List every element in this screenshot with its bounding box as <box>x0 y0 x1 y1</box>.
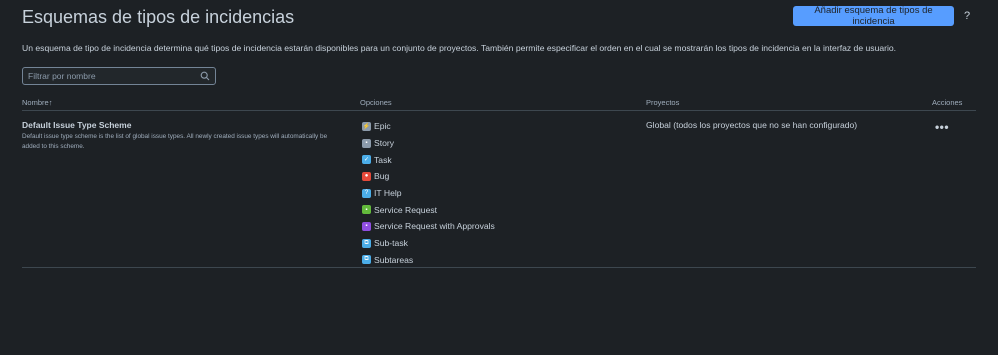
issue-type-label: Service Request <box>374 204 438 215</box>
column-header-actions: Acciones <box>932 98 963 107</box>
column-header-name-label: Nombre <box>22 98 49 107</box>
issue-type-option-sub-task: ⧉ Sub-task <box>362 235 495 252</box>
scheme-name: Default Issue Type Scheme <box>22 120 132 130</box>
issue-type-label: Task <box>374 154 392 165</box>
search-input[interactable] <box>23 68 198 84</box>
service-request-icon: ▪ <box>362 205 371 215</box>
table-header-divider <box>22 110 976 111</box>
issue-type-option-task: ✓ Task <box>362 151 495 168</box>
column-header-projects: Proyectos <box>646 98 680 107</box>
issue-type-label: Bug <box>374 171 390 182</box>
column-header-name[interactable]: Nombre↑ <box>22 98 52 107</box>
search-icon[interactable] <box>200 71 210 81</box>
task-icon: ✓ <box>362 155 371 165</box>
table-row-divider <box>22 267 976 268</box>
issue-type-label: Epic <box>374 121 391 132</box>
service-request-approvals-icon: ▪ <box>362 221 371 231</box>
epic-icon: ⚡ <box>362 121 371 131</box>
help-button[interactable]: ? <box>961 9 973 23</box>
issue-type-options-list: ⚡ Epic ▪ Story ✓ Task ● Bug ? IT Help ▪ … <box>362 118 495 268</box>
subtask-icon: ⧉ <box>362 255 371 265</box>
issue-type-option-service-request-approvals: ▪ Service Request with Approvals <box>362 218 495 235</box>
subtask-icon: ⧉ <box>362 238 371 248</box>
sort-ascending-icon: ↑ <box>48 98 53 107</box>
more-actions-button[interactable]: ••• <box>934 121 950 133</box>
page-title: Esquemas de tipos de incidencias <box>22 7 295 27</box>
page-description: Un esquema de tipo de incidencia determi… <box>22 43 897 53</box>
bug-icon: ● <box>362 171 371 181</box>
issue-type-option-story: ▪ Story <box>362 135 495 152</box>
issue-type-option-subtareas: ⧉ Subtareas <box>362 252 495 269</box>
add-issue-type-scheme-button[interactable]: Añadir esquema de tipos de incidencia <box>793 5 954 27</box>
it-help-icon: ? <box>362 188 371 198</box>
issue-type-label: Story <box>374 138 395 149</box>
issue-type-option-bug: ● Bug <box>362 168 495 185</box>
scheme-description: Default issue type scheme is the list of… <box>22 133 328 150</box>
issue-type-option-epic: ⚡ Epic <box>362 118 495 135</box>
story-icon: ▪ <box>362 138 371 148</box>
issue-type-label: Sub-task <box>374 238 408 249</box>
scheme-projects: Global (todos los proyectos que no se ha… <box>646 120 858 130</box>
issue-type-label: Subtareas <box>374 254 414 265</box>
issue-type-option-it-help: ? IT Help <box>362 185 495 202</box>
issue-type-option-service-request: ▪ Service Request <box>362 201 495 218</box>
column-header-options: Opciones <box>360 98 392 107</box>
search-field[interactable] <box>22 67 216 85</box>
issue-type-label: Service Request with Approvals <box>374 221 495 232</box>
issue-type-label: IT Help <box>374 188 402 199</box>
